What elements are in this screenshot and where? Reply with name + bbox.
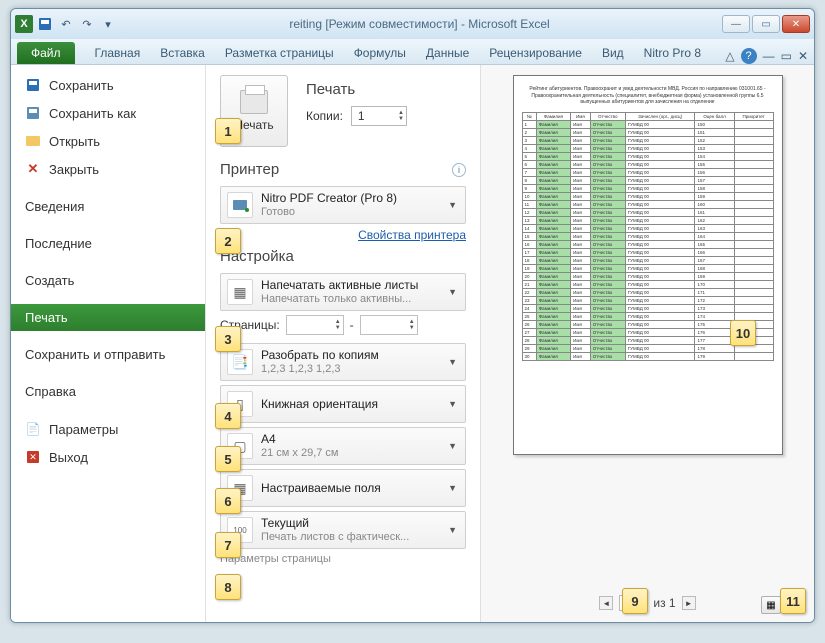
preview-page: Рейтинг абитуриентов. Правоохранит и уве… <box>513 75 783 455</box>
tab-review[interactable]: Рецензирование <box>479 42 592 64</box>
chevron-down-icon: ▼ <box>446 287 459 297</box>
menu-new[interactable]: Создать <box>11 267 205 294</box>
chevron-down-icon: ▼ <box>446 399 459 409</box>
settings-heading: Настройка <box>220 248 466 265</box>
page-of-label: из 1 <box>653 596 675 610</box>
ribbon-window-close-icon[interactable]: ✕ <box>798 49 808 63</box>
callout-1: 1 <box>215 118 241 144</box>
excel-icon[interactable]: X <box>15 15 33 33</box>
chevron-down-icon: ▼ <box>446 441 459 451</box>
maximize-button[interactable]: ▭ <box>752 15 780 33</box>
help-icon[interactable]: ? <box>741 48 757 64</box>
menu-help[interactable]: Справка <box>11 378 205 405</box>
menu-recent[interactable]: Последние <box>11 230 205 257</box>
chevron-down-icon: ▼ <box>446 357 459 367</box>
pages-to-input[interactable]: ▲▼ <box>360 315 418 335</box>
callout-10: 10 <box>730 320 756 346</box>
saveas-icon <box>25 105 41 121</box>
printer-device-icon <box>227 192 253 218</box>
backstage: Сохранить Сохранить как Открыть ✕Закрыть… <box>11 65 814 622</box>
titlebar: X ↶ ↷ ▾ reiting [Режим совместимости] - … <box>11 9 814 39</box>
minimize-button[interactable]: — <box>722 15 750 33</box>
copies-input[interactable]: 1 ▲▼ <box>351 106 407 126</box>
tab-view[interactable]: Вид <box>592 42 634 64</box>
printer-icon <box>240 90 268 114</box>
tab-page-layout[interactable]: Разметка страницы <box>215 42 344 64</box>
menu-options[interactable]: 📄Параметры <box>11 415 205 443</box>
show-margins-button[interactable]: ▦ <box>761 596 781 614</box>
menu-save-as[interactable]: Сохранить как <box>11 99 205 127</box>
window-title: reiting [Режим совместимости] - Microsof… <box>117 17 722 31</box>
sheets-icon: ▦ <box>227 279 253 305</box>
margins-dropdown[interactable]: ▦ Настраиваемые поля ▼ <box>220 469 466 507</box>
copies-label: Копии: <box>306 109 343 123</box>
menu-close[interactable]: ✕Закрыть <box>11 155 205 183</box>
callout-11: 11 <box>780 588 806 614</box>
menu-exit[interactable]: ✕Выход <box>11 443 205 471</box>
chevron-down-icon: ▼ <box>446 525 459 535</box>
callout-2: 2 <box>215 228 241 254</box>
backstage-menu: Сохранить Сохранить как Открыть ✕Закрыть… <box>11 65 206 622</box>
print-what-dropdown[interactable]: ▦ Напечатать активные листы Напечатать т… <box>220 273 466 311</box>
callout-6: 6 <box>215 488 241 514</box>
tab-formulas[interactable]: Формулы <box>344 42 416 64</box>
ribbon-window-min-icon[interactable]: — <box>763 49 775 63</box>
quick-access-toolbar: X ↶ ↷ ▾ <box>15 15 117 33</box>
callout-4: 4 <box>215 403 241 429</box>
orientation-dropdown[interactable]: ▯ Книжная ориентация ▼ <box>220 385 466 423</box>
info-icon[interactable]: i <box>452 163 466 177</box>
chevron-down-icon: ▼ <box>446 200 459 210</box>
callout-5: 5 <box>215 446 241 472</box>
callout-3: 3 <box>215 326 241 352</box>
tab-insert[interactable]: Вставка <box>150 42 215 64</box>
prev-page-button[interactable]: ◄ <box>599 596 613 610</box>
printer-heading: Принтер <box>220 161 466 178</box>
qat-more-icon[interactable]: ▾ <box>99 15 117 33</box>
print-heading: Печать <box>306 81 407 98</box>
tab-nitro[interactable]: Nitro Pro 8 <box>634 42 711 64</box>
ribbon-minimize-icon[interactable]: △ <box>725 49 734 63</box>
collate-icon: 📑 <box>227 349 253 375</box>
menu-print[interactable]: Печать <box>11 304 205 331</box>
tab-home[interactable]: Главная <box>85 42 151 64</box>
menu-save-send[interactable]: Сохранить и отправить <box>11 341 205 368</box>
folder-icon <box>25 133 41 149</box>
close-doc-icon: ✕ <box>25 161 41 177</box>
callout-8: 8 <box>215 574 241 600</box>
save-icon[interactable] <box>36 15 54 33</box>
tab-data[interactable]: Данные <box>416 42 479 64</box>
callout-7: 7 <box>215 532 241 558</box>
next-page-button[interactable]: ► <box>682 596 696 610</box>
chevron-down-icon: ▼ <box>446 483 459 493</box>
redo-icon[interactable]: ↷ <box>78 15 96 33</box>
callout-9: 9 <box>622 588 648 614</box>
menu-info[interactable]: Сведения <box>11 193 205 220</box>
scaling-dropdown[interactable]: 100 Текущий Печать листов с фактическ...… <box>220 511 466 549</box>
print-preview: Рейтинг абитуриентов. Правоохранит и уве… <box>481 65 814 622</box>
ribbon-window-max-icon[interactable]: ▭ <box>781 49 792 63</box>
options-icon: 📄 <box>25 421 41 437</box>
save-icon <box>25 77 41 93</box>
printer-properties-link[interactable]: Свойства принтера <box>220 228 466 242</box>
file-tab[interactable]: Файл <box>17 42 75 64</box>
pages-from-input[interactable]: ▲▼ <box>286 315 344 335</box>
pages-range: Страницы: ▲▼ - ▲▼ <box>220 315 466 335</box>
menu-save[interactable]: Сохранить <box>11 71 205 99</box>
menu-open[interactable]: Открыть <box>11 127 205 155</box>
app-window: X ↶ ↷ ▾ reiting [Режим совместимости] - … <box>10 8 815 623</box>
undo-icon[interactable]: ↶ <box>57 15 75 33</box>
exit-icon: ✕ <box>25 449 41 465</box>
print-settings-panel: Печать Печать Копии: 1 ▲▼ i Принтер <box>206 65 481 622</box>
page-setup-link[interactable]: Параметры страницы <box>220 553 466 565</box>
paper-size-dropdown[interactable]: ▢ A4 21 см x 29,7 см ▼ <box>220 427 466 465</box>
collate-dropdown[interactable]: 📑 Разобрать по копиям 1,2,3 1,2,3 1,2,3 … <box>220 343 466 381</box>
ribbon-tabs: Файл Главная Вставка Разметка страницы Ф… <box>11 39 814 65</box>
printer-dropdown[interactable]: Nitro PDF Creator (Pro 8) Готово ▼ <box>220 186 466 224</box>
close-button[interactable]: ✕ <box>782 15 810 33</box>
